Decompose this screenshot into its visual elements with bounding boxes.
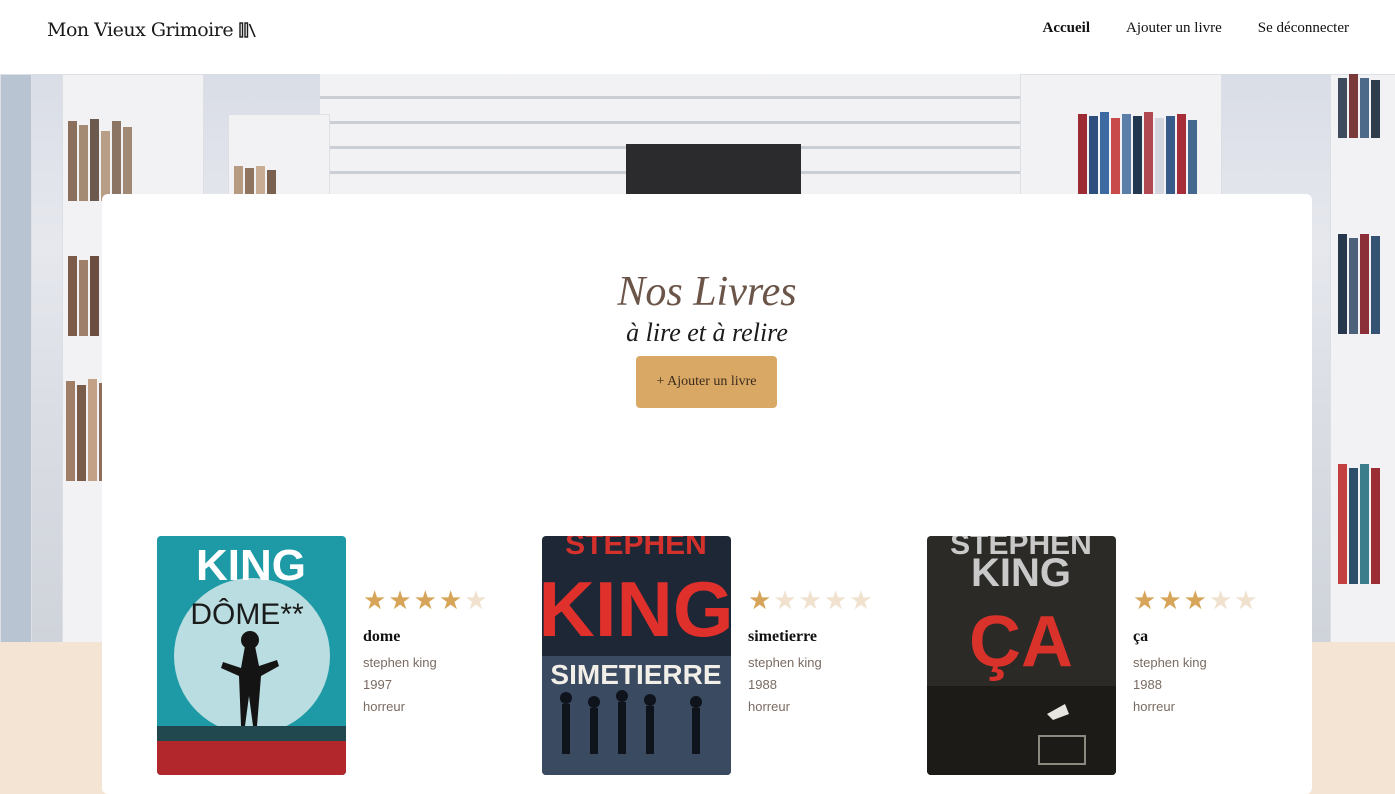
book-title: ça <box>1133 628 1149 645</box>
star-empty-icon: ★ <box>1234 586 1258 615</box>
star-empty-icon: ★ <box>849 586 873 615</box>
star-empty-icon: ★ <box>798 586 822 615</box>
nav-se-deconnecter[interactable]: Se déconnecter <box>1258 20 1349 37</box>
cover-author-text: KING <box>196 541 306 590</box>
rating-stars: ★ ★ ★ ★ ★ <box>1133 588 1258 614</box>
main-nav: Accueil Ajouter un livre Se déconnecter <box>1043 20 1350 37</box>
book-genre: horreur <box>748 699 790 714</box>
book-author: stephen king <box>748 655 822 670</box>
brand-logo[interactable]: Mon Vieux Grimoire <box>47 19 257 41</box>
books-card: Nos Livres à lire et à relire + Ajouter … <box>102 194 1312 794</box>
cover-author-text: KING <box>542 565 731 653</box>
star-empty-icon: ★ <box>1208 586 1233 615</box>
star-filled-icon: ★ <box>1158 586 1182 615</box>
book-cover[interactable]: STEPHEN KING SIMETIERRE <box>542 536 731 775</box>
book-author: stephen king <box>363 655 437 670</box>
star-filled-icon: ★ <box>1133 586 1157 615</box>
cover-author-text: STEPHEN <box>565 536 707 561</box>
book-genre: horreur <box>1133 699 1175 714</box>
cover-title-text: DÔME** <box>190 597 304 631</box>
book-stack-icon <box>239 22 256 38</box>
star-filled-icon: ★ <box>413 586 437 615</box>
rating-stars: ★ ★ ★ ★ ★ <box>748 588 873 614</box>
book-title: simetierre <box>748 628 817 645</box>
cover-title-text: SIMETIERRE <box>550 659 721 690</box>
star-filled-icon: ★ <box>388 586 412 615</box>
star-filled-icon: ★ <box>748 586 772 615</box>
book-title: dome <box>363 628 401 645</box>
book-card[interactable]: STEPHEN KING ÇA ★ ★ ★ ★ ★ ça stephen king 19… <box>927 536 1267 776</box>
page-title: Nos Livres <box>617 269 797 315</box>
star-empty-icon: ★ <box>464 586 488 615</box>
cover-author-text: KING <box>971 551 1071 595</box>
add-book-button[interactable]: + Ajouter un livre <box>636 356 777 408</box>
book-cover[interactable]: KING DÔME** <box>157 536 346 775</box>
star-filled-icon: ★ <box>1183 586 1207 615</box>
book-author: stephen king <box>1133 655 1207 670</box>
nav-ajouter-livre[interactable]: Ajouter un livre <box>1126 20 1222 37</box>
star-empty-icon: ★ <box>773 586 797 615</box>
book-year: 1988 <box>1133 677 1162 692</box>
page-subtitle: à lire et à relire <box>626 318 788 347</box>
book-card[interactable]: STEPHEN KING SIMETIERRE ★ ★ ★ ★ ★ simetierre… <box>542 536 882 776</box>
nav-accueil[interactable]: Accueil <box>1043 20 1090 37</box>
book-cover[interactable]: STEPHEN KING ÇA <box>927 536 1116 775</box>
star-empty-icon: ★ <box>823 586 848 615</box>
star-filled-icon: ★ <box>363 586 387 615</box>
cover-title-text: ÇA <box>969 602 1073 682</box>
brand-name: Mon Vieux Grimoire <box>47 19 234 41</box>
book-year: 1997 <box>363 677 392 692</box>
top-navbar: Mon Vieux Grimoire Accueil Ajouter un li… <box>0 0 1395 74</box>
book-genre: horreur <box>363 699 405 714</box>
star-filled-icon: ★ <box>438 586 463 615</box>
book-card[interactable]: KING DÔME** ★ ★ ★ ★ ★ dome stephen king 1997… <box>157 536 497 776</box>
rating-stars: ★ ★ ★ ★ ★ <box>363 588 488 614</box>
book-year: 1988 <box>748 677 777 692</box>
